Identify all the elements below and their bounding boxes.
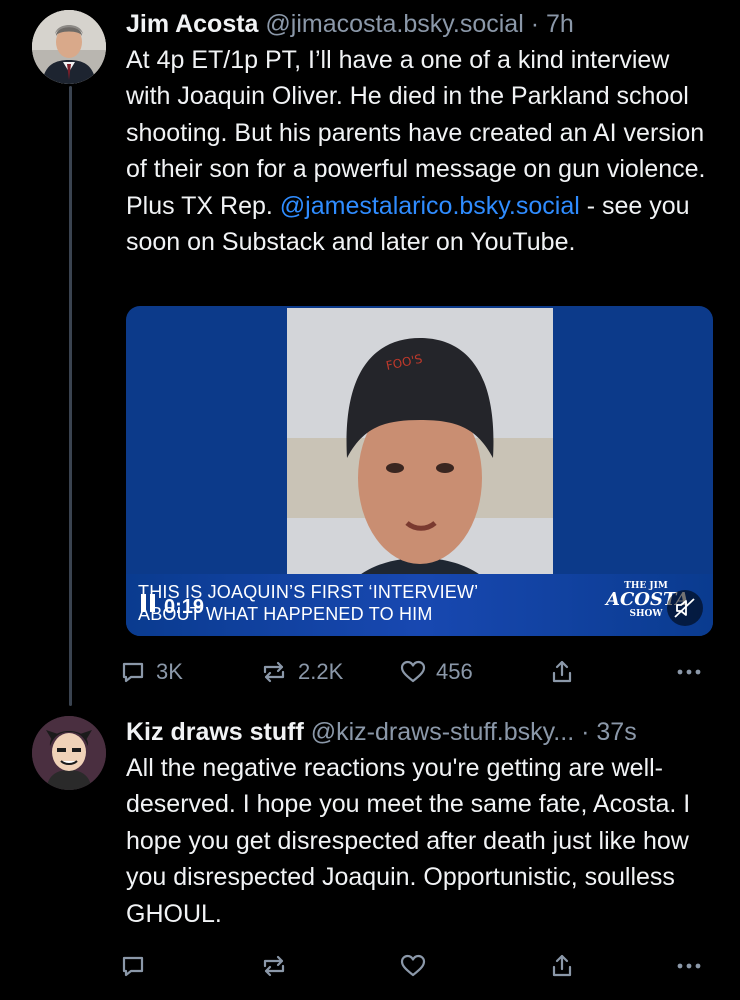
post-actions: 3K 2.2K 456 xyxy=(120,654,720,690)
post-header: Jim Acosta @jimacosta.bsky.social · 7h xyxy=(126,6,716,42)
post-header: Kiz draws stuff @kiz-draws-stuff.bsky...… xyxy=(126,714,716,750)
repost-icon xyxy=(260,953,288,979)
mute-icon[interactable] xyxy=(667,590,703,626)
share-icon xyxy=(550,953,574,979)
author-name[interactable]: Jim Acosta xyxy=(126,10,258,38)
more-icon xyxy=(676,668,702,676)
author-handle[interactable]: @kiz-draws-stuff.bsky... xyxy=(311,718,574,746)
like-button[interactable]: 456 xyxy=(400,654,473,690)
author-handle[interactable]: @jimacosta.bsky.social xyxy=(265,10,523,38)
share-button[interactable] xyxy=(550,654,574,690)
post-time[interactable]: · 7h xyxy=(531,10,574,38)
repost-button[interactable]: 2.2K xyxy=(260,654,343,690)
reply-count: 3K xyxy=(156,659,183,684)
pause-icon[interactable] xyxy=(140,593,156,619)
avatar[interactable] xyxy=(32,10,106,84)
video-timecode[interactable]: 0:19 xyxy=(140,593,204,619)
avatar[interactable] xyxy=(32,716,106,790)
heart-icon xyxy=(400,954,426,978)
share-button[interactable] xyxy=(550,948,574,984)
reply-button[interactable] xyxy=(120,948,146,984)
avatar-image xyxy=(32,10,106,84)
repost-icon xyxy=(260,659,288,685)
mention-link[interactable]: @jamestalarico.bsky.social xyxy=(280,192,580,220)
thread-line xyxy=(69,86,72,706)
share-icon xyxy=(550,659,574,685)
post-actions xyxy=(120,948,720,984)
reply-icon xyxy=(120,953,146,979)
video-player[interactable]: FOO'S This is Joaquin’s first ‘interview… xyxy=(126,306,713,636)
heart-icon xyxy=(400,660,426,684)
reply-button[interactable]: 3K xyxy=(120,654,183,690)
more-button[interactable] xyxy=(676,654,702,690)
author-name[interactable]: Kiz draws stuff xyxy=(126,718,304,746)
post-time[interactable]: · 37s xyxy=(581,718,637,746)
repost-count: 2.2K xyxy=(298,659,344,684)
avatar-image xyxy=(32,716,106,790)
repost-button[interactable] xyxy=(260,948,288,984)
like-button[interactable] xyxy=(400,948,426,984)
post-text: At 4p ET/1p PT, I’ll have a one of a kin… xyxy=(126,42,716,260)
more-button[interactable] xyxy=(676,948,702,984)
timecode-text: 0:19 xyxy=(164,596,205,618)
more-icon xyxy=(676,962,702,970)
like-count: 456 xyxy=(436,659,473,684)
reply-icon xyxy=(120,659,146,685)
post-text: All the negative reactions you're gettin… xyxy=(126,754,691,928)
